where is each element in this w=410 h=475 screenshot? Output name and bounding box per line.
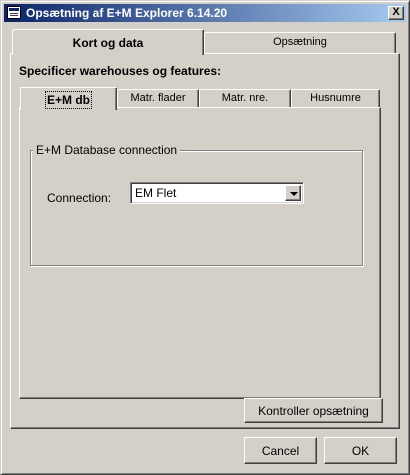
check-setup-label: Kontroller opsætning (258, 404, 369, 418)
dialog-window: Opsætning af E+M Explorer 6.14.20 X Kort… (0, 0, 410, 475)
connection-label: Connection: (47, 191, 112, 205)
connection-value: EM Flet (135, 186, 177, 200)
db-connection-groupbox (30, 150, 363, 266)
tab-opsaetning[interactable]: Opsætning (204, 32, 396, 53)
window-title: Opsætning af E+M Explorer 6.14.20 (26, 6, 228, 20)
check-setup-button[interactable]: Kontroller opsætning (244, 398, 383, 423)
tab-kort-og-data[interactable]: Kort og data (12, 29, 204, 55)
tab-label: Matr. flader (130, 92, 186, 104)
close-button[interactable]: X (388, 6, 404, 20)
tab-label: Husnumre (310, 92, 361, 104)
section-heading: Specificer warehouses og features: (19, 64, 222, 78)
cancel-label: Cancel (261, 444, 300, 458)
groupbox-legend: E+M Database connection (33, 143, 181, 157)
tab-label: Opsætning (273, 36, 327, 48)
cancel-button[interactable]: Cancel (244, 437, 317, 464)
connection-select[interactable]: EM Flet (130, 182, 304, 204)
title-bar[interactable]: Opsætning af E+M Explorer 6.14.20 X (4, 4, 406, 22)
tab-em-db[interactable]: E+M db (20, 87, 117, 110)
tab-matr-flader[interactable]: Matr. flader (117, 89, 199, 108)
tab-label: Matr. nre. (221, 92, 269, 104)
tab-label: E+M db (44, 91, 93, 109)
tab-matr-nre[interactable]: Matr. nre. (199, 89, 291, 108)
dropdown-button[interactable] (285, 185, 301, 201)
ok-button[interactable]: OK (324, 437, 397, 464)
tab-label: Kort og data (72, 36, 144, 50)
tab-husnumre[interactable]: Husnumre (291, 89, 380, 108)
chevron-down-icon (290, 192, 298, 196)
ok-label: OK (351, 444, 370, 458)
app-icon (7, 6, 21, 19)
